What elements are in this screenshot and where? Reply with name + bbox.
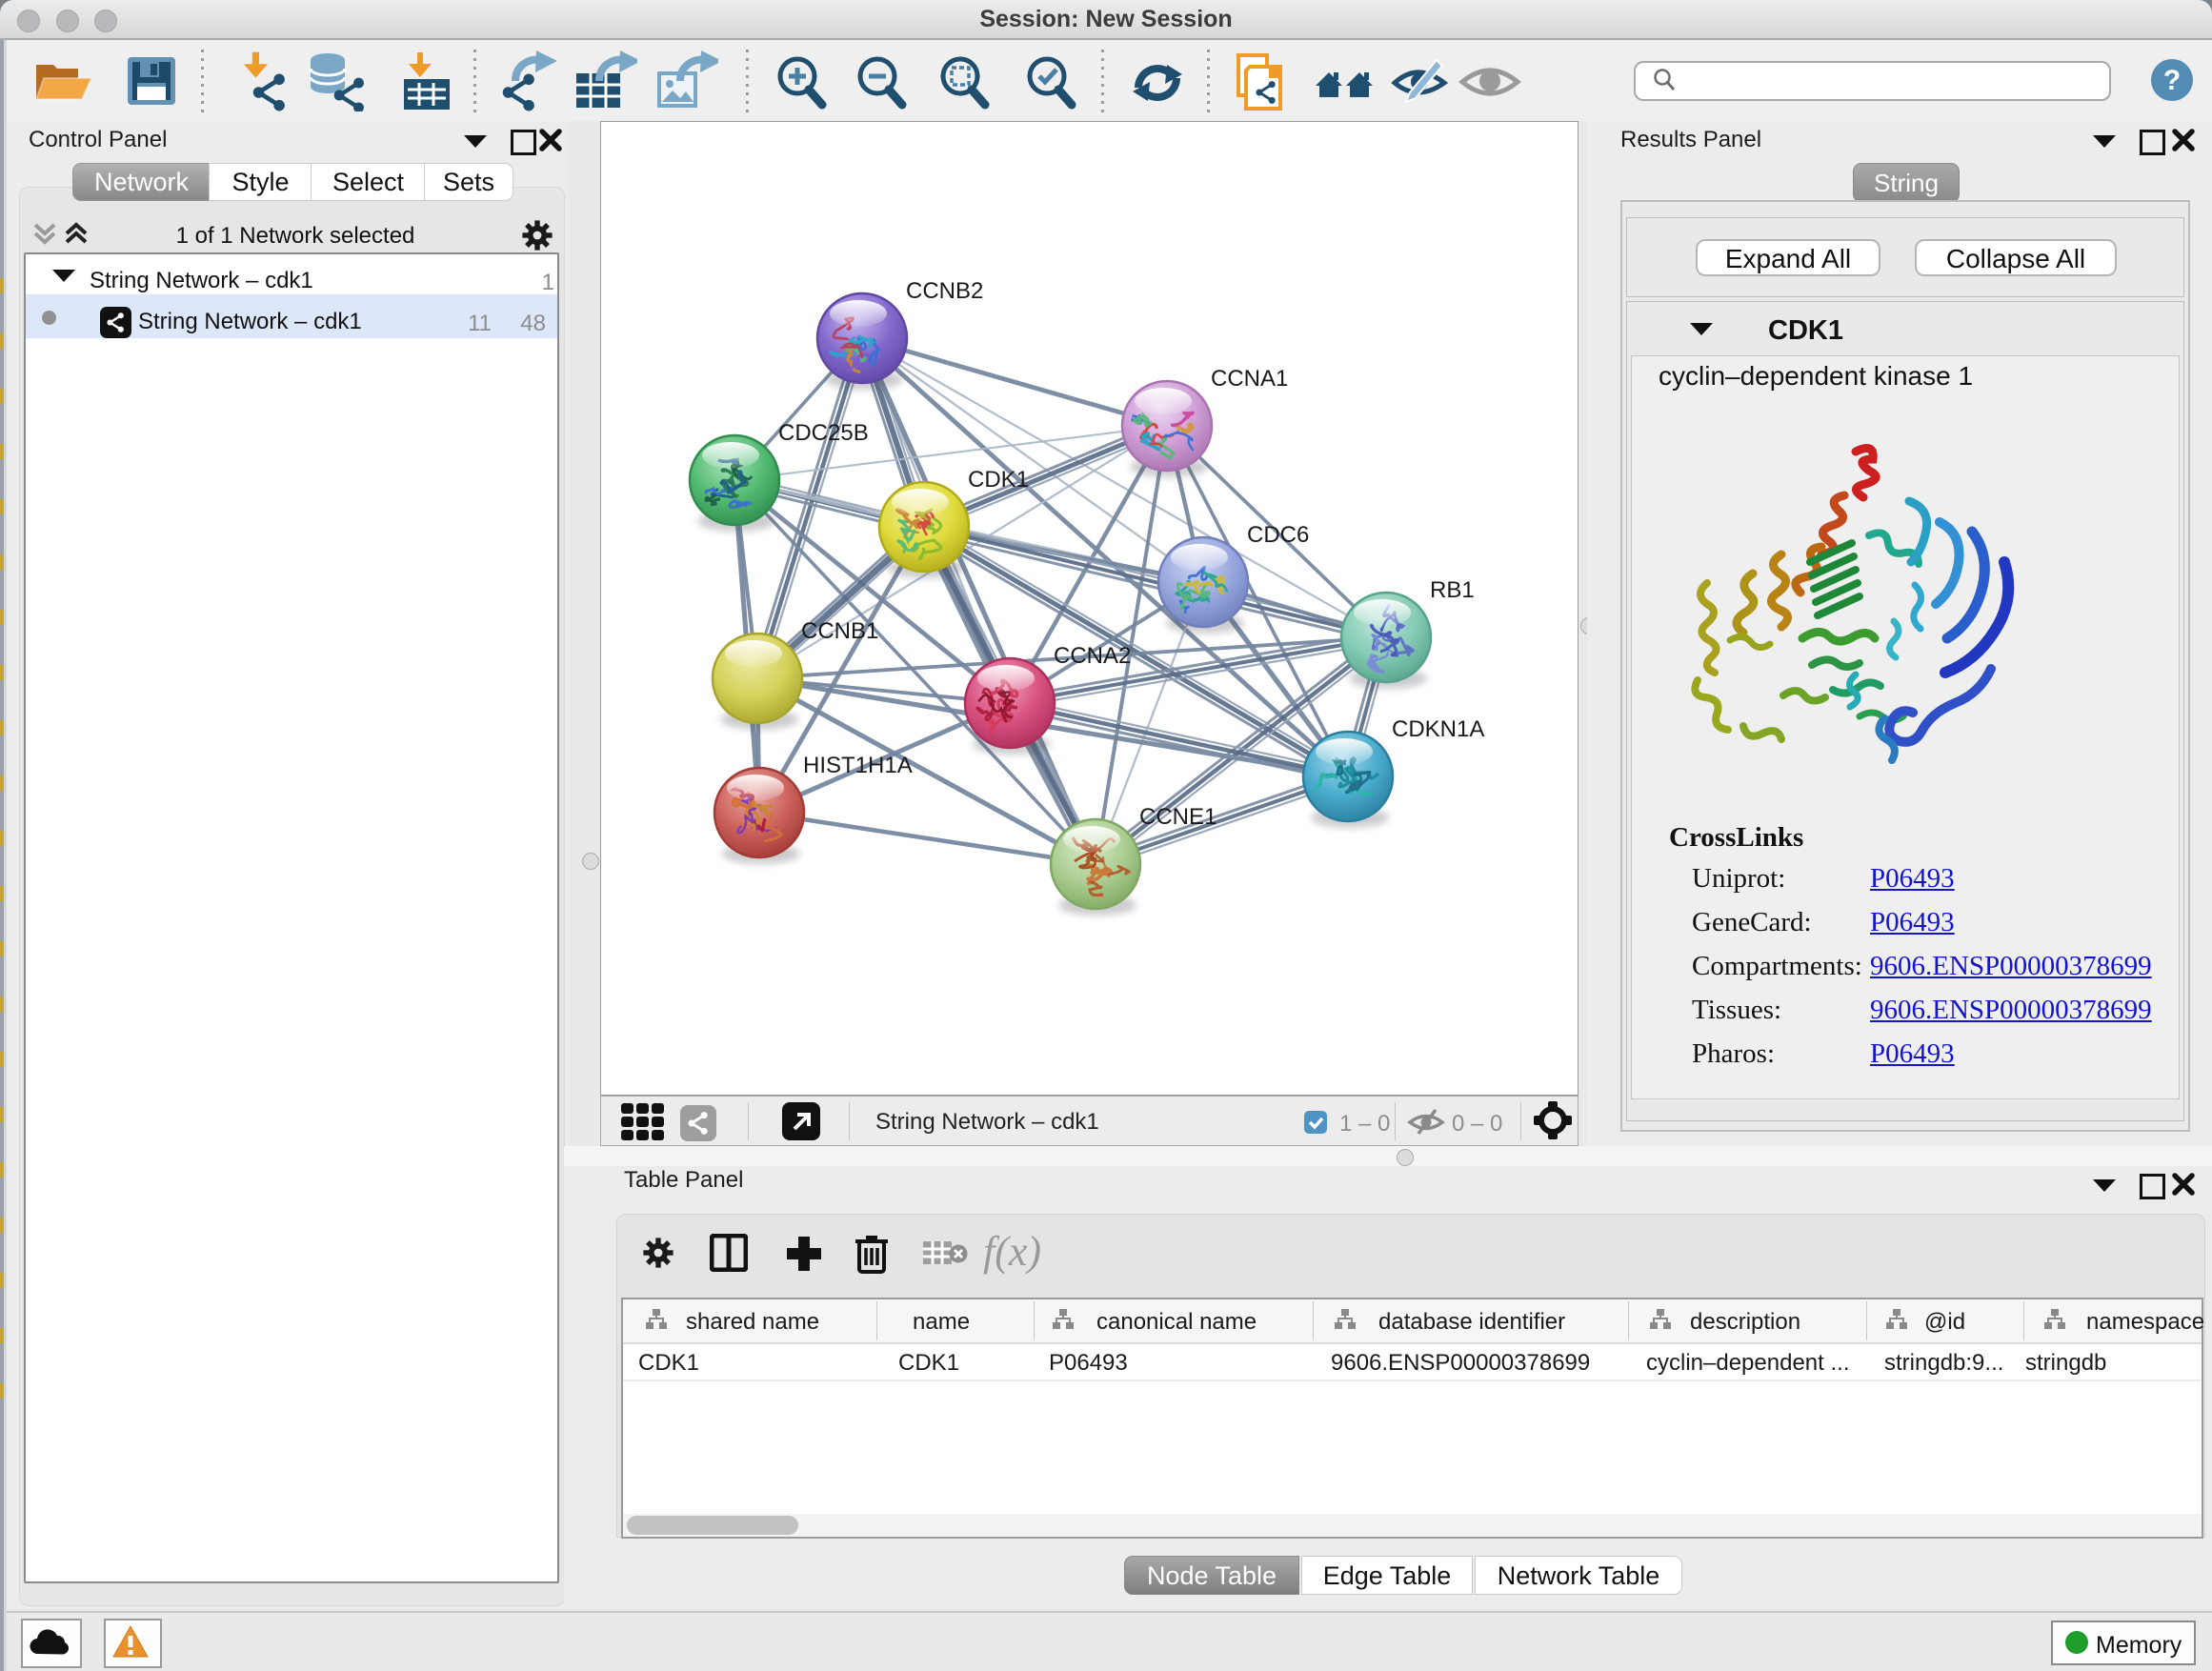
svg-text:CDKN1A: CDKN1A xyxy=(1392,716,1484,742)
svg-text:HIST1H1A: HIST1H1A xyxy=(803,753,913,778)
svg-text:CDC25B: CDC25B xyxy=(778,420,869,446)
svg-text:CCNB1: CCNB1 xyxy=(801,618,878,644)
svg-text:CCNA2: CCNA2 xyxy=(1054,643,1131,669)
svg-text:CCNA1: CCNA1 xyxy=(1211,366,1288,392)
svg-text:CCNB2: CCNB2 xyxy=(906,278,983,304)
svg-text:CDK1: CDK1 xyxy=(968,467,1029,493)
svg-text:RB1: RB1 xyxy=(1430,577,1475,603)
svg-text:?: ? xyxy=(2163,65,2181,96)
svg-text:CCNE1: CCNE1 xyxy=(1139,804,1217,830)
svg-text:CDC6: CDC6 xyxy=(1247,522,1309,548)
